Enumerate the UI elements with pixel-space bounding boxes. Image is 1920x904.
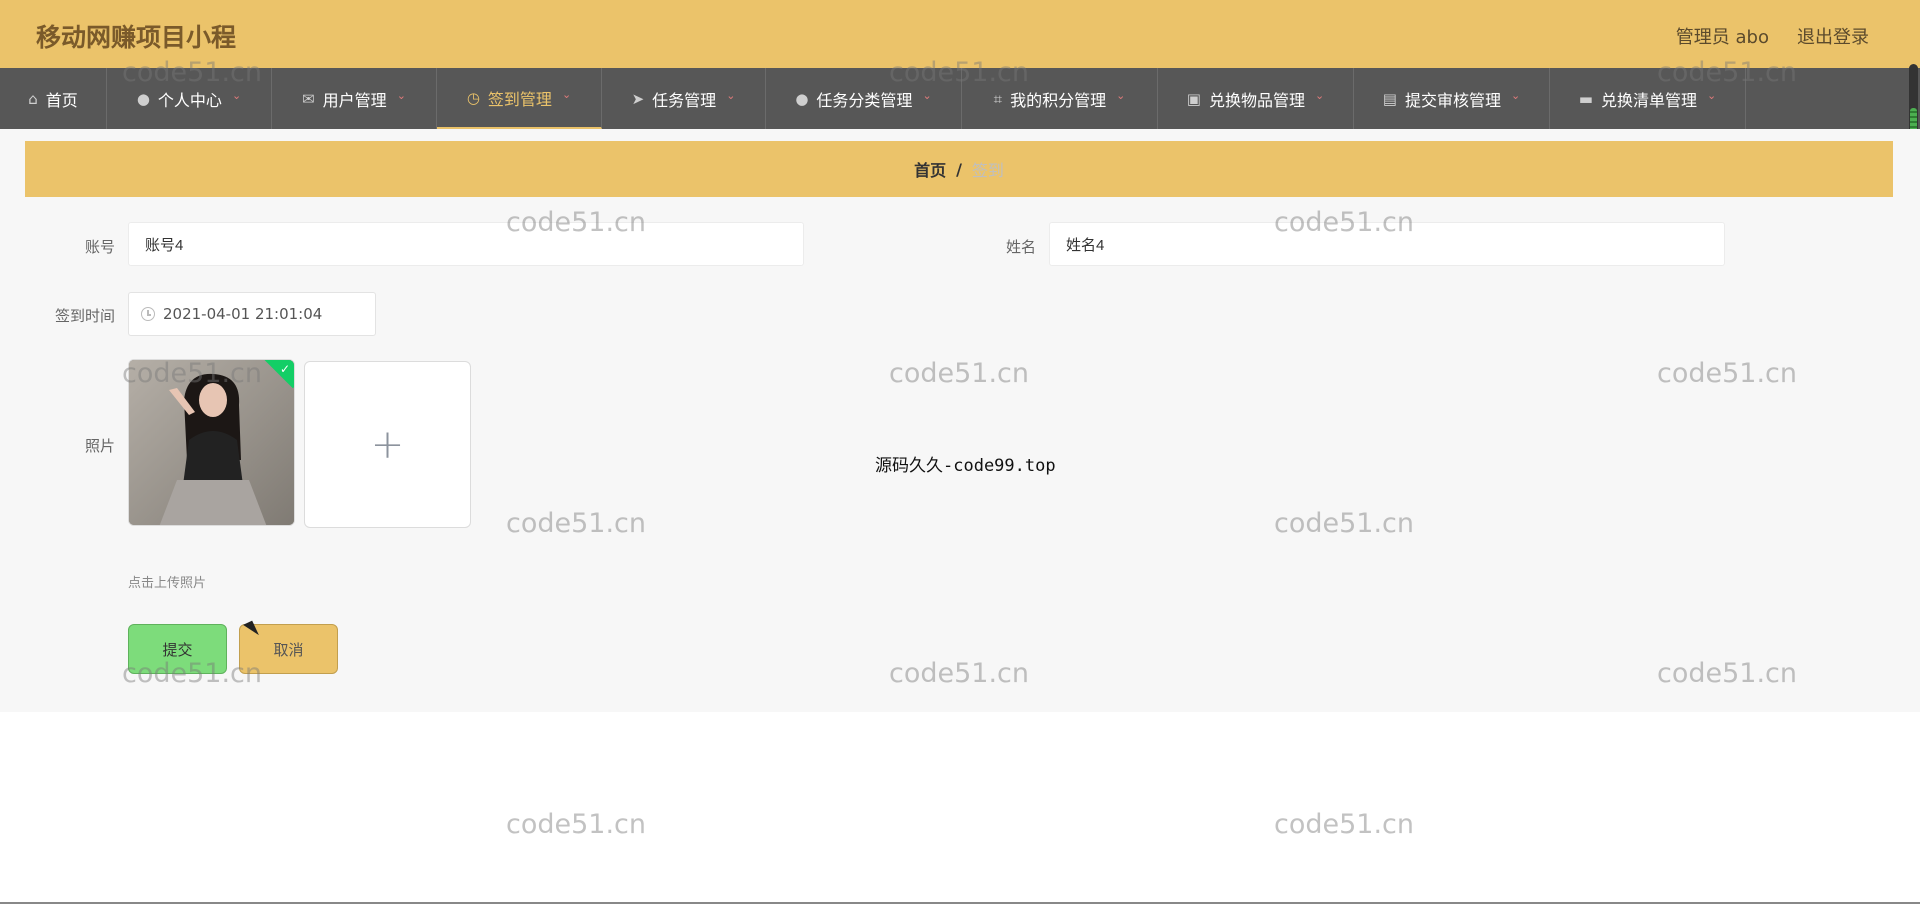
photo-label: 照片 bbox=[84, 437, 115, 455]
watermark: code51.cn bbox=[506, 809, 647, 840]
watermark: code51.cn bbox=[1274, 809, 1415, 840]
chevron-down-icon: ⌄ bbox=[396, 89, 406, 102]
chevron-down-icon: ⌄ bbox=[1706, 89, 1717, 102]
briefcase-icon: ▣ bbox=[1186, 89, 1201, 108]
nav-item-signin-management[interactable]: ◷ 签到管理 ⌄ bbox=[437, 68, 602, 129]
nav-item-my-points-management[interactable]: ⌗ 我的积分管理 ⌄ bbox=[962, 68, 1158, 129]
overlay-source-text: 源码久久-code99.top bbox=[875, 456, 1056, 476]
signin-time-picker[interactable]: 2021-04-01 21:01:04 bbox=[128, 292, 376, 336]
app-title: 移动网赚项目小程 bbox=[36, 23, 237, 52]
upload-hint: 点击上传照片 bbox=[128, 576, 207, 591]
nav-item-label: 我的积分管理 bbox=[1010, 90, 1107, 110]
signin-time-value: 2021-04-01 21:01:04 bbox=[163, 305, 323, 323]
nav-item-label: 首页 bbox=[45, 90, 78, 110]
signin-time-label: 签到时间 bbox=[54, 307, 115, 325]
nav-item-label: 兑换清单管理 bbox=[1600, 90, 1697, 110]
clipboard-icon: ▤ bbox=[1382, 89, 1397, 108]
plus-icon: + bbox=[370, 421, 405, 468]
content-panel: 首页 / 签到 账号 姓名 签到时间 2021-04-01 21:01:04 照… bbox=[0, 129, 1920, 712]
admin-user-label: 管理员 abo bbox=[1675, 27, 1769, 48]
nav-item-label: 任务分类管理 bbox=[816, 90, 913, 110]
breadcrumb-separator: / bbox=[956, 159, 962, 179]
nav-item-user-management[interactable]: ✉ 用户管理 ⌄ bbox=[272, 68, 437, 129]
name-field[interactable] bbox=[1049, 222, 1725, 266]
nav-item-task-category-management[interactable]: ● 任务分类管理 ⌄ bbox=[766, 68, 962, 129]
nav-item-label: 任务管理 bbox=[652, 90, 717, 110]
send-icon: ➤ bbox=[631, 89, 645, 108]
breadcrumb-current: 签到 bbox=[971, 161, 1004, 180]
account-label: 账号 bbox=[84, 238, 115, 256]
monitor-icon: ▬ bbox=[1578, 89, 1593, 108]
nav-item-personal-center[interactable]: ● 个人中心 ⌄ bbox=[107, 68, 272, 129]
logout-link[interactable]: 退出登录 bbox=[1797, 23, 1869, 49]
chevron-down-icon: ⌄ bbox=[1314, 89, 1325, 102]
nav-item-label: 签到管理 bbox=[487, 89, 552, 109]
chevron-down-icon: ⌄ bbox=[922, 89, 932, 102]
submit-button[interactable]: 提交 bbox=[128, 624, 227, 674]
user-icon: ● bbox=[136, 89, 150, 108]
nav-item-exchange-list-management[interactable]: ▬ 兑换清单管理 ⌄ bbox=[1550, 68, 1746, 129]
home-icon: ⌂ bbox=[28, 89, 38, 108]
nav-item-label: 个人中心 bbox=[157, 90, 222, 110]
nav-item-submission-review-management[interactable]: ▤ 提交审核管理 ⌄ bbox=[1354, 68, 1550, 129]
chevron-down-icon: ⌄ bbox=[1510, 89, 1521, 102]
chevron-down-icon: ⌄ bbox=[231, 89, 242, 102]
crop-icon: ⌗ bbox=[993, 89, 1003, 108]
top-header: 移动网赚项目小程 管理员 abo 退出登录 bbox=[0, 0, 1920, 68]
chevron-down-icon: ⌄ bbox=[561, 88, 572, 101]
check-icon: ✓ bbox=[279, 362, 290, 376]
uploaded-photo[interactable]: ✓ bbox=[128, 359, 295, 526]
chevron-down-icon: ⌄ bbox=[1116, 89, 1126, 102]
nav-item-exchange-goods-management[interactable]: ▣ 兑换物品管理 ⌄ bbox=[1158, 68, 1354, 129]
account-field[interactable] bbox=[128, 222, 804, 266]
name-label: 姓名 bbox=[1005, 238, 1036, 256]
nav-item-home[interactable]: ⌂ 首页 bbox=[0, 68, 107, 129]
mail-icon: ✉ bbox=[302, 89, 315, 108]
nav-item-label: 提交审核管理 bbox=[1404, 90, 1501, 110]
clock-icon bbox=[141, 307, 155, 321]
photo-image bbox=[129, 360, 294, 525]
scrollbar[interactable] bbox=[1909, 64, 1918, 136]
breadcrumb: 首页 / 签到 bbox=[25, 141, 1893, 197]
main-nav: ⌂ 首页 ● 个人中心 ⌄ ✉ 用户管理 ⌄ ◷ 签到管理 ⌄ ➤ 任务管理 ⌄… bbox=[0, 68, 1920, 129]
chevron-down-icon: ⌄ bbox=[726, 89, 736, 102]
breadcrumb-home[interactable]: 首页 bbox=[914, 157, 946, 181]
upload-photo-button[interactable]: + bbox=[304, 361, 471, 528]
nav-item-task-management[interactable]: ➤ 任务管理 ⌄ bbox=[602, 68, 766, 129]
nav-item-label: 用户管理 bbox=[322, 90, 387, 110]
user-icon: ● bbox=[795, 89, 809, 108]
clock-icon: ◷ bbox=[466, 88, 480, 107]
nav-item-label: 兑换物品管理 bbox=[1208, 90, 1305, 110]
